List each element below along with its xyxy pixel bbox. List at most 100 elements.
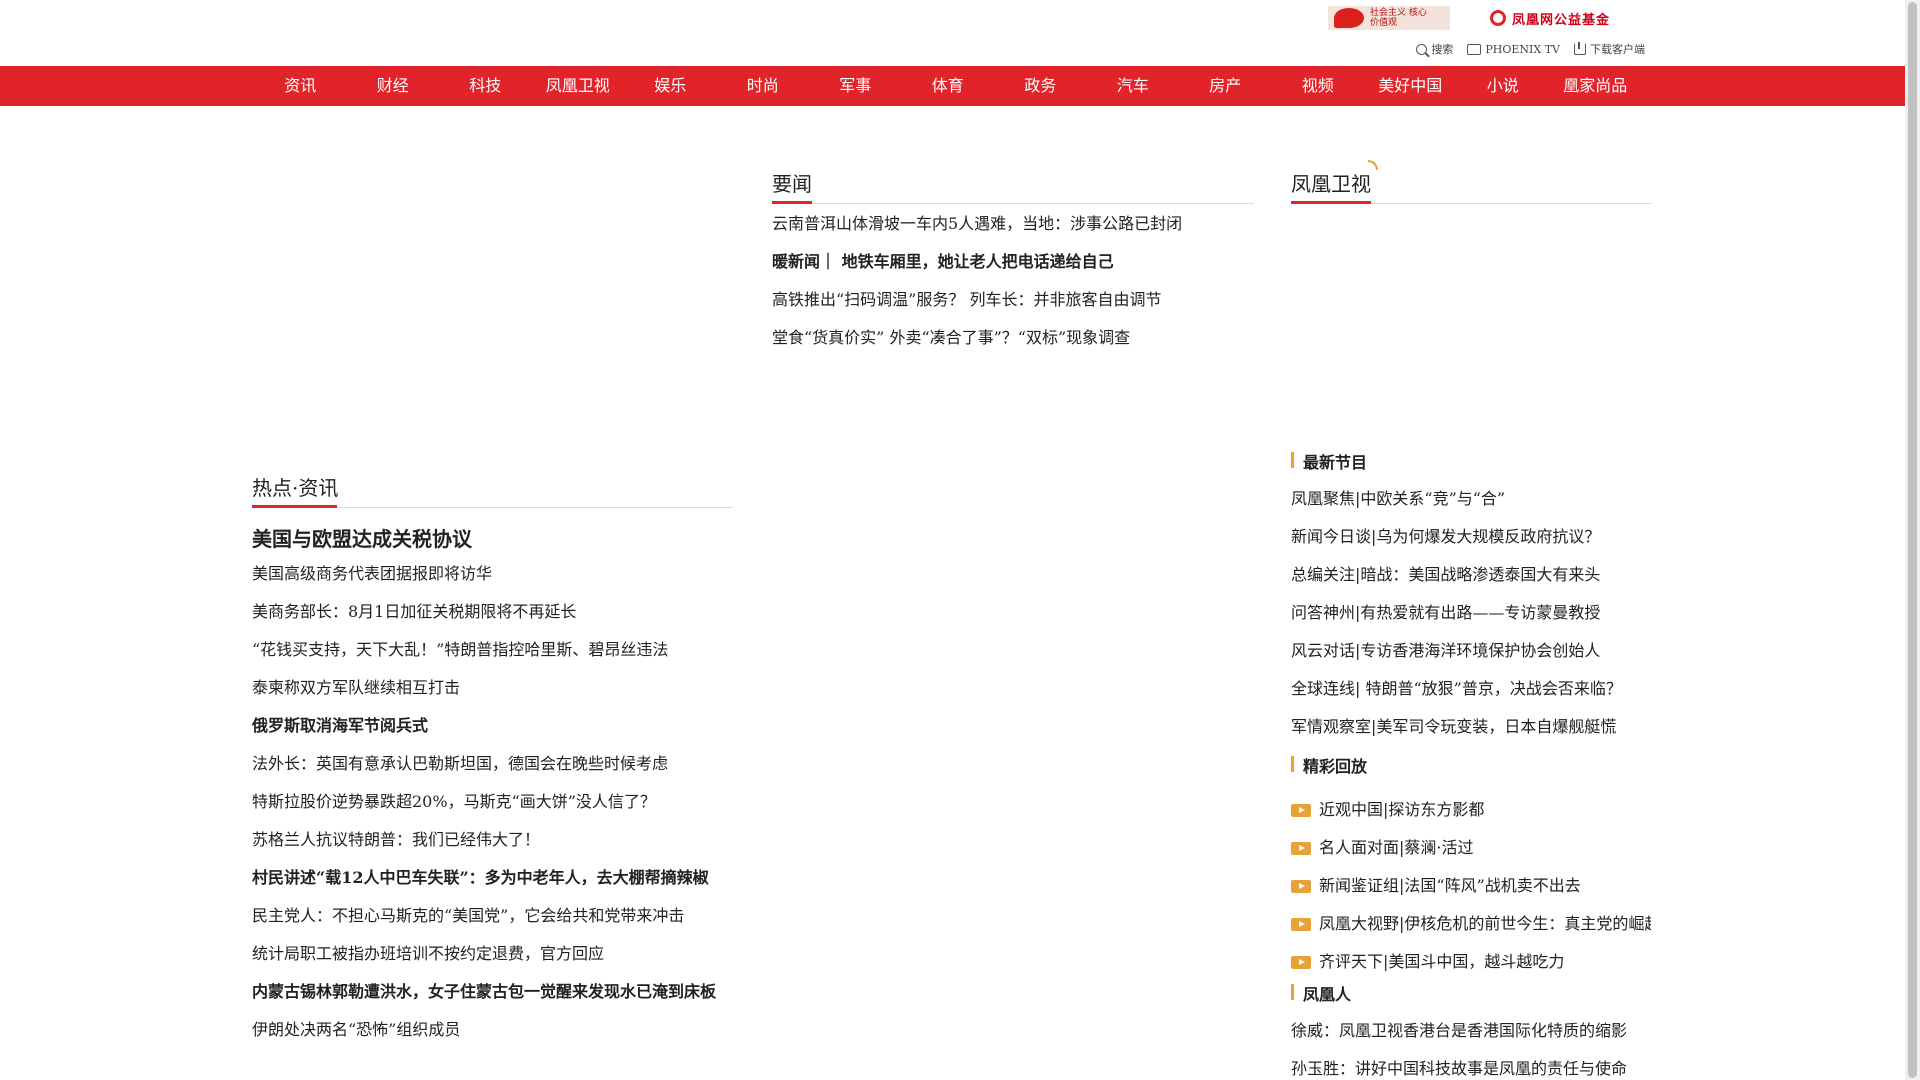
hot-news-item[interactable]: 民主党人：不担心马斯克的“美国党”，它会给共和党带来冲击 [252,904,733,942]
hot-news-item-text: 美国高级商务代表团据报即将访华 [252,564,493,583]
video-play-icon [1291,803,1311,817]
core-values-banner-text: 社会主义 核心价值观 [1370,8,1427,28]
nav-item-phoenix-tv[interactable]: 凤凰卫视 [532,66,625,106]
hot-news-title: 热点·资讯 [252,476,339,500]
latest-program-item[interactable]: 风云对话|专访香港海洋环境保护协会创始人 [1291,639,1651,677]
latest-program-item-text: 军情观察室|美军司令玩变装，日本自爆舰艇慌 [1291,717,1617,736]
hot-news-item[interactable]: 苏格兰人抗议特朗普：我们已经伟大了！ [252,828,733,866]
replay-item-text: 名人面对面|蔡澜·活过 [1319,838,1474,857]
phoenix-people-item-text: 徐威：凤凰卫视香港台是香港国际化特质的缩影 [1291,1021,1628,1040]
nav-item-entertainment[interactable]: 娱乐 [624,66,717,106]
header-tools: 搜索 PHOENIX TV 下载客户端 [1416,41,1645,57]
nav-item-tech[interactable]: 科技 [439,66,532,106]
nav-item-sports[interactable]: 体育 [902,66,995,106]
hot-news-item[interactable]: 统计局职工被指办班培训不按约定退费，官方回应 [252,942,733,980]
hot-news-item[interactable]: 伊朗处决两名“恐怖”组织成员 [252,1018,733,1056]
hot-news-list: 美国与欧盟达成关税协议 美国高级商务代表团据报即将访华美商务部长：8月1日加征关… [252,524,733,1056]
latest-program-item[interactable]: 总编关注|暗战：美国战略渗透泰国大有来头 [1291,563,1651,601]
nav-item-military[interactable]: 军事 [809,66,902,106]
hot-news-accent [252,505,337,508]
scrollbar-thumb[interactable] [1908,2,1917,1078]
hot-news-item-text: 伊朗处决两名“恐怖”组织成员 [252,1020,461,1039]
latest-program-item[interactable]: 军情观察室|美军司令玩变装，日本自爆舰艇慌 [1291,715,1651,753]
charity-fund-banner-text: 凤凰网公益基金 [1512,12,1611,28]
headline-item[interactable]: 高铁推出“扫码调温”服务？ 列车长：并非旅客自由调节 [772,288,1254,326]
hot-news-item[interactable]: 美商务部长：8月1日加征关税期限将不再延长 [252,600,733,638]
hot-news-item[interactable]: 俄罗斯取消海军节阅兵式 [252,714,733,752]
latest-program-item-text: 风云对话|专访香港海洋环境保护协会创始人 [1291,641,1601,660]
headline-item-text: 暖新闻｜ 地铁车厢里，她让老人把电话递给自己 [772,252,1114,271]
replay-list: 近观中国|探访东方影都 名人面对面|蔡澜·活过新闻鉴证组|法国“阵风”战机卖不出去… [1291,791,1651,981]
phoenix-people-item[interactable]: 孙玉胜：讲好中国科技故事是凤凰的责任与使命 [1291,1057,1651,1080]
hot-news-item-text: 特斯拉股价逆势暴跌超20%，马斯克“画大饼”没人信了？ [252,792,656,811]
hot-news-item[interactable]: 美国高级商务代表团据报即将访华 [252,562,733,600]
headlines-title: 要闻 [772,172,812,196]
latest-program-item-text: 总编关注|暗战：美国战略渗透泰国大有来头 [1291,565,1601,584]
live-signal-icon [1368,160,1378,170]
nav-item-fashion[interactable]: 时尚 [717,66,810,106]
hot-news-item-text: 泰柬称双方军队继续相互打击 [252,678,461,697]
phoenix-logo-icon [1490,10,1506,26]
hot-news-lead[interactable]: 美国与欧盟达成关税协议 [252,524,733,562]
search-button[interactable]: 搜索 [1416,41,1453,57]
nav-item-shop[interactable]: 凰家尚品 [1549,66,1642,106]
hot-news-item[interactable]: 特斯拉股价逆势暴跌超20%，马斯克“画大饼”没人信了？ [252,790,733,828]
replay-item[interactable]: 凤凰大视野|伊核危机的前世今生：真主党的崛起 [1291,905,1651,943]
download-client-link[interactable]: 下载客户端 [1574,41,1645,57]
main-navbar: 资讯 财经 科技 凤凰卫视 娱乐 时尚 军事 体育 政务 汽车 房产 视频 美好… [0,66,1905,106]
headline-item[interactable]: 暖新闻｜ 地铁车厢里，她让老人把电话递给自己 [772,250,1254,288]
phoenix-tv-title: 凤凰卫视 [1291,172,1371,196]
latest-program-item[interactable]: 问答神州|有热爱就有出路——专访蒙曼教授 [1291,601,1651,639]
hot-news-item[interactable]: 村民讲述“载12人中巴车失联”：多为中老年人，去大棚帮摘辣椒 [252,866,733,904]
nav-item-house[interactable]: 房产 [1179,66,1272,106]
replay-item[interactable]: 新闻鉴证组|法国“阵风”战机卖不出去 [1291,867,1651,905]
tv-icon [1467,43,1482,55]
hot-news-item[interactable]: “花钱买支持，天下大乱！”特朗普指控哈里斯、碧昂丝违法 [252,638,733,676]
nav-item-news[interactable]: 资讯 [254,66,347,106]
headline-item[interactable]: 云南普洱山体滑坡一车内5人遇难，当地：涉事公路已封闭 [772,212,1254,250]
nav-item-video[interactable]: 视频 [1272,66,1365,106]
phoenix-tv-link[interactable]: PHOENIX TV [1467,41,1560,57]
video-play-icon [1291,841,1311,855]
hot-news-item[interactable]: 泰柬称双方军队继续相互打击 [252,676,733,714]
nav-item-novel[interactable]: 小说 [1457,66,1550,106]
phoenix-tv-accent [1291,201,1371,204]
video-play-icon [1291,955,1311,969]
hot-news-item-text: 俄罗斯取消海军节阅兵式 [252,716,429,735]
search-icon [1416,43,1428,55]
headline-item-text: 云南普洱山体滑坡一车内5人遇难，当地：涉事公路已封闭 [772,214,1183,233]
latest-program-item[interactable]: 新闻今日谈|乌为何爆发大规模反政府抗议？ [1291,525,1651,563]
hot-news-item-text: 民主党人：不担心马斯克的“美国党”，它会给共和党带来冲击 [252,906,685,925]
latest-program-item-text: 凤凰聚焦|中欧关系“竞”与“合” [1291,489,1506,508]
replay-item[interactable]: 名人面对面|蔡澜·活过 [1291,829,1651,867]
hot-news-item-text: 内蒙古锡林郭勒遭洪水，女子住蒙古包一觉醒来发现水已淹到床板 [252,982,717,1001]
hot-news-item-text: 村民讲述“载12人中巴车失联”：多为中老年人，去大棚帮摘辣椒 [252,868,709,887]
hot-news-item-text: 统计局职工被指办班培训不按约定退费，官方回应 [252,944,605,963]
hot-news-item[interactable]: 法外长：英国有意承认巴勒斯坦国，德国会在晚些时候考虑 [252,752,733,790]
nav-item-finance[interactable]: 财经 [347,66,440,106]
replay-item[interactable]: 齐评天下|美国斗中国，越斗越吃力 [1291,943,1651,981]
nav-item-auto[interactable]: 汽车 [1087,66,1180,106]
hot-news-item-text: 美商务部长：8月1日加征关税期限将不再延长 [252,602,577,621]
headline-item[interactable]: 堂食“货真价实” 外卖“凑合了事”？“双标”现象调查 [772,326,1254,364]
replay-title: 精彩回放 [1291,753,1367,777]
phoenix-people-item[interactable]: 徐威：凤凰卫视香港台是香港国际化特质的缩影 [1291,1019,1651,1057]
phoenix-people-title: 凤凰人 [1291,981,1351,1005]
replay-item-text: 近观中国|探访东方影都 [1319,800,1485,819]
charity-fund-banner[interactable]: 凤凰网公益基金 [1490,6,1620,30]
nav-item-government[interactable]: 政务 [994,66,1087,106]
download-label: 下载客户端 [1590,43,1645,56]
hot-news-item-text: 苏格兰人抗议特朗普：我们已经伟大了！ [252,830,541,849]
page-scrollbar[interactable] [1905,0,1920,1080]
latest-programs-title: 最新节目 [1291,449,1367,473]
replay-item[interactable]: 近观中国|探访东方影都 [1291,791,1651,829]
latest-program-item[interactable]: 凤凰聚焦|中欧关系“竞”与“合” [1291,487,1651,525]
core-values-banner[interactable]: 社会主义 核心价值观 [1328,6,1450,30]
hot-news-item[interactable]: 内蒙古锡林郭勒遭洪水，女子住蒙古包一觉醒来发现水已淹到床板 [252,980,733,1018]
nav-item-beautiful-china[interactable]: 美好中国 [1364,66,1457,106]
headlines-accent [772,201,812,204]
latest-program-item-text: 全球连线| 特朗普“放狠”普京，决战会否来临？ [1291,679,1622,698]
latest-programs-list: 凤凰聚焦|中欧关系“竞”与“合” 新闻今日谈|乌为何爆发大规模反政府抗议？ 总编关注… [1291,487,1651,753]
headline-item-text: 高铁推出“扫码调温”服务？ 列车长：并非旅客自由调节 [772,290,1162,309]
latest-program-item[interactable]: 全球连线| 特朗普“放狠”普京，决战会否来临？ [1291,677,1651,715]
